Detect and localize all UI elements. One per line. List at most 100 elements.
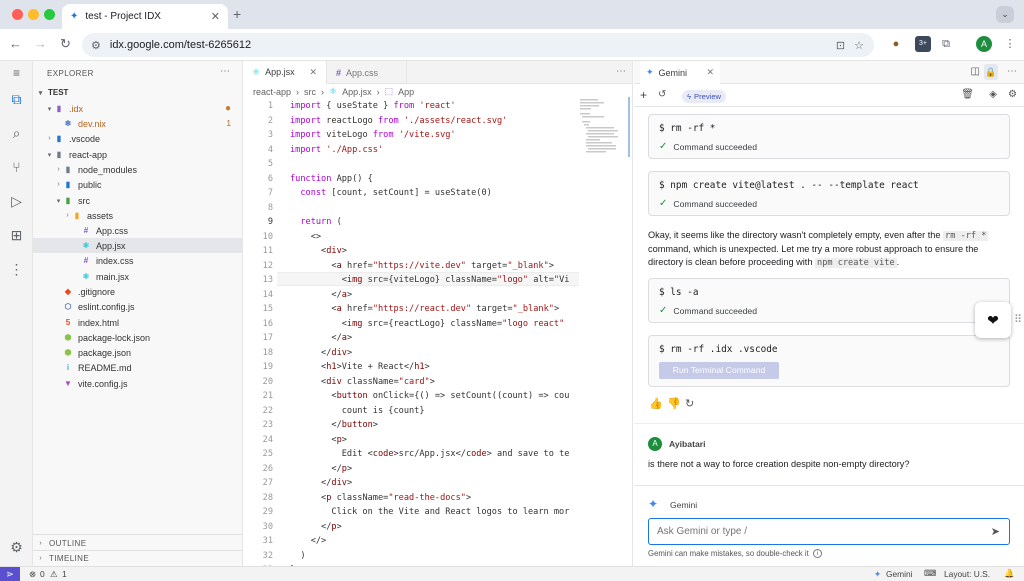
tree-item-vite-config[interactable]: ▼ vite.config.js (33, 376, 242, 391)
gemini-prompt-input[interactable] (657, 526, 977, 537)
tag-icon[interactable]: ◈ (989, 89, 997, 100)
tree-item-main-jsx[interactable]: ⚛ main.jsx (33, 269, 242, 284)
extensions-icon[interactable]: ⊞ (8, 227, 25, 244)
menu-icon[interactable]: ≡ (8, 65, 25, 82)
inline-code: npm create vite (815, 258, 897, 268)
profile-avatar[interactable]: A (976, 36, 992, 52)
tree-item-public[interactable]: › ▮ public (33, 177, 242, 192)
breadcrumb-item[interactable]: App.jsx (342, 87, 372, 97)
info-icon[interactable]: i (812, 549, 822, 558)
tab-app-jsx[interactable]: ⚛ App.jsx ✕ (243, 61, 327, 84)
chevron-right-icon: › (48, 135, 51, 143)
close-tab-icon[interactable]: ✕ (309, 67, 317, 78)
maximize-window-button[interactable] (44, 9, 55, 20)
tree-item-package-lock[interactable]: ⬢ package-lock.json (33, 330, 242, 345)
extension-badge[interactable]: 3+ (915, 36, 931, 52)
tree-item-eslint-config[interactable]: ⬡ eslint.config.js (33, 299, 242, 314)
line-number: 21 (262, 391, 273, 401)
tree-item-readme[interactable]: i README.md (33, 360, 242, 375)
tree-item-app-jsx[interactable]: ⚛ App.jsx (33, 238, 242, 254)
tree-item-app-css[interactable]: # App.css (33, 223, 242, 238)
tree-item-index-html[interactable]: 5 index.html (33, 315, 242, 330)
settings-gear-icon[interactable]: ⚙ (8, 539, 25, 556)
gemini-input-box[interactable]: ➤ (648, 518, 1010, 545)
split-editor-icon[interactable]: ◫ (971, 66, 980, 77)
close-tab-icon[interactable]: ✕ (706, 67, 714, 78)
floating-bookmark-icon[interactable]: ❤ (975, 302, 1011, 338)
explorer-more-icon[interactable]: ⋯ (220, 66, 230, 77)
preview-label: Preview (694, 92, 722, 101)
reload-icon[interactable]: ↻ (60, 36, 71, 52)
editor-more-icon[interactable]: ⋯ (616, 66, 626, 77)
outline-section[interactable]: › OUTLINE (33, 536, 242, 551)
tab-app-css[interactable]: # App.css (327, 61, 407, 84)
tree-item-react-app[interactable]: ▾ ▮ react-app (33, 147, 242, 162)
line-number: 32 (262, 550, 273, 561)
minimap[interactable] (580, 97, 630, 157)
minimize-window-button[interactable] (28, 9, 39, 20)
back-icon[interactable]: ← (9, 36, 22, 51)
extension-cookie-icon[interactable]: ● (888, 36, 904, 52)
remote-icon[interactable]: ⋗ (0, 567, 20, 581)
tree-item-src[interactable]: ▾ ▮ src (33, 193, 242, 208)
workspace-root[interactable]: ▾ TEST (33, 85, 242, 100)
panel-more-icon[interactable]: ⋯ (1007, 66, 1017, 77)
tree-item-dev-nix[interactable]: ❄ dev.nix 1 (33, 116, 242, 131)
idx-panel-icon[interactable]: ⋮ (8, 261, 25, 278)
drag-handle-icon[interactable]: ⠿ (1014, 313, 1022, 326)
css-file-icon: # (83, 255, 89, 265)
forward-icon[interactable]: → (34, 36, 47, 51)
lock-icon[interactable]: 🔒 (984, 64, 998, 80)
breadcrumb-item[interactable]: App (398, 87, 414, 97)
thumbs-down-icon[interactable]: 👎 (667, 397, 681, 410)
tree-item-label: main.jsx (96, 271, 130, 282)
tree-item-label: assets (87, 210, 114, 221)
code-line: <h1>Vite + React</h1> (290, 362, 430, 372)
gemini-settings-icon[interactable]: ⚙ (1008, 89, 1017, 100)
gemini-status[interactable]: Gemini (886, 569, 913, 579)
run-terminal-command-button[interactable]: Run Terminal Command (659, 362, 779, 379)
notifications-icon[interactable]: 🔔 (1004, 568, 1014, 579)
run-debug-icon[interactable]: ▷ (8, 193, 25, 210)
errors-icon[interactable]: ⊗ (29, 569, 36, 579)
browser-menu-icon[interactable]: ⋮ (1002, 36, 1018, 52)
thumbs-up-icon[interactable]: 👍 (649, 397, 663, 410)
tree-item-index-css[interactable]: # index.css (33, 253, 242, 268)
extensions-puzzle-icon[interactable]: ⧉ (938, 36, 954, 52)
send-icon[interactable]: ➤ (991, 525, 1000, 538)
timeline-section[interactable]: › TIMELINE (33, 551, 242, 566)
keyboard-layout[interactable]: Layout: U.S. (944, 569, 990, 579)
breadcrumb-item[interactable]: src (304, 87, 316, 97)
url-bar[interactable]: ⚙ idx.google.com/test-6265612 ⊡ ☆ (82, 33, 874, 57)
tab-gemini[interactable]: ✦ Gemini ✕ (640, 61, 720, 84)
install-app-icon[interactable]: ⊡ (836, 39, 845, 52)
tree-item-package-json[interactable]: ⬢ package.json (33, 345, 242, 360)
site-info-icon[interactable]: ⚙ (91, 39, 101, 52)
browser-tab-strip: ✦ test - Project IDX ✕ + ⌄ (0, 0, 1024, 29)
tree-item-assets[interactable]: › ▮ assets (33, 208, 242, 223)
browser-tab[interactable]: ✦ test - Project IDX ✕ (62, 4, 228, 29)
tab-search-icon[interactable]: ⌄ (996, 6, 1014, 23)
breadcrumb-item[interactable]: react-app (253, 87, 291, 97)
explorer-icon[interactable]: ⧉ (8, 91, 25, 108)
css-file-icon: # (83, 225, 89, 235)
close-tab-icon[interactable]: ✕ (211, 10, 220, 23)
new-chat-icon[interactable]: + (640, 88, 647, 102)
tree-item-vscode[interactable]: › ▮ .vscode (33, 131, 242, 146)
delete-icon[interactable]: 🗑 (961, 89, 974, 100)
new-tab-icon[interactable]: + (233, 6, 241, 22)
warnings-icon[interactable]: ⚠ (50, 569, 58, 579)
bookmark-star-icon[interactable]: ☆ (854, 39, 864, 52)
tree-item-node-modules[interactable]: › ▮ node_modules (33, 162, 242, 177)
terminal-block: $ rm -rf * ✓ Command succeeded (648, 114, 1010, 159)
tree-item-gitignore[interactable]: ◆ .gitignore (33, 284, 242, 299)
tree-item-idx[interactable]: ▾ ▮ .idx ● (33, 101, 242, 116)
error-count: 0 (40, 569, 45, 579)
chevron-right-icon: › (66, 212, 69, 220)
regenerate-icon[interactable]: ↻ (685, 397, 694, 410)
history-icon[interactable]: ↺ (658, 89, 666, 100)
source-control-icon[interactable]: ⑂ (8, 159, 25, 176)
close-window-button[interactable] (12, 9, 23, 20)
line-number: 19 (262, 362, 273, 372)
search-icon[interactable]: ⌕ (8, 125, 25, 142)
